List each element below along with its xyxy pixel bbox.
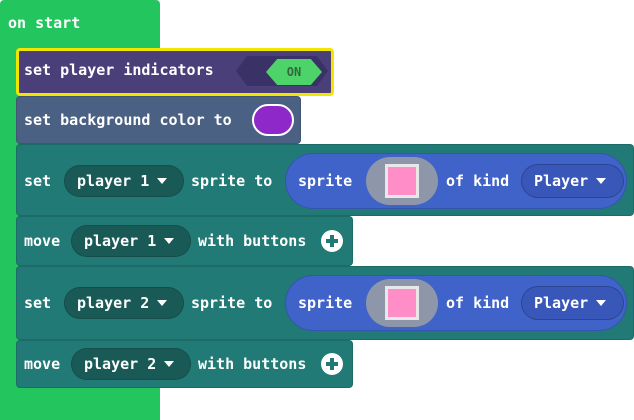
move-player-2-block[interactable]: move player 2 with buttons bbox=[16, 340, 353, 388]
sprite-kind-label: Player bbox=[534, 294, 589, 312]
create-sprite-block[interactable]: sprite of kind Player bbox=[285, 275, 627, 331]
create-sprite-block[interactable]: sprite of kind Player bbox=[285, 153, 627, 209]
move-player-1-block[interactable]: move player 1 with buttons bbox=[16, 216, 353, 266]
chevron-down-icon bbox=[157, 178, 168, 184]
player-2-move-dropdown[interactable]: player 2 bbox=[71, 348, 191, 380]
chevron-down-icon bbox=[596, 300, 607, 306]
chevron-down-icon bbox=[157, 300, 168, 306]
player-1-move-dropdown-label: player 1 bbox=[84, 232, 157, 250]
player-2-dropdown[interactable]: player 2 bbox=[64, 287, 184, 319]
of-kind-label: of kind bbox=[446, 172, 510, 190]
set-player-indicators-label: set player indicators bbox=[24, 61, 214, 79]
chevron-down-icon bbox=[596, 178, 607, 184]
set-player-1-sprite-block[interactable]: set player 1 sprite to sprite of kind Pl… bbox=[16, 144, 634, 216]
sprite-kind-label: Player bbox=[534, 172, 589, 190]
set-background-color-label: set background color to bbox=[24, 111, 232, 129]
set-player-2-sprite-block[interactable]: set player 2 sprite to sprite of kind Pl… bbox=[16, 266, 634, 340]
sprite-image-picker[interactable] bbox=[366, 157, 438, 205]
chevron-down-icon bbox=[164, 238, 175, 244]
move-label: move bbox=[24, 232, 61, 250]
of-kind-label: of kind bbox=[446, 294, 510, 312]
sprite-to-label: sprite to bbox=[191, 294, 273, 312]
on-start-label: on start bbox=[8, 14, 81, 32]
player-2-dropdown-label: player 2 bbox=[77, 294, 150, 312]
with-buttons-label: with buttons bbox=[198, 355, 307, 373]
sprite-kind-dropdown[interactable]: Player bbox=[521, 286, 624, 320]
sprite-label: sprite bbox=[298, 172, 353, 190]
sprite-image-thumbnail bbox=[385, 286, 419, 320]
sprite-kind-dropdown[interactable]: Player bbox=[521, 164, 624, 198]
sprite-image-picker[interactable] bbox=[366, 279, 438, 327]
with-buttons-label: with buttons bbox=[198, 232, 307, 250]
move-label: move bbox=[24, 355, 61, 373]
add-circle-icon[interactable] bbox=[321, 353, 343, 375]
sprite-image-thumbnail bbox=[385, 164, 419, 198]
set-label: set bbox=[24, 172, 52, 190]
on-start-block-arm bbox=[0, 44, 16, 396]
background-color-picker[interactable] bbox=[252, 104, 294, 136]
indicators-toggle[interactable]: ON bbox=[266, 59, 322, 85]
add-circle-icon[interactable] bbox=[321, 230, 343, 252]
on-start-block-foot bbox=[0, 396, 160, 420]
chevron-down-icon bbox=[164, 361, 175, 367]
sprite-label: sprite bbox=[298, 294, 353, 312]
player-1-move-dropdown[interactable]: player 1 bbox=[71, 225, 191, 257]
player-2-move-dropdown-label: player 2 bbox=[84, 355, 157, 373]
player-1-dropdown-label: player 1 bbox=[77, 172, 150, 190]
sprite-to-label: sprite to bbox=[191, 172, 273, 190]
player-1-dropdown[interactable]: player 1 bbox=[64, 165, 184, 197]
set-label: set bbox=[24, 294, 52, 312]
